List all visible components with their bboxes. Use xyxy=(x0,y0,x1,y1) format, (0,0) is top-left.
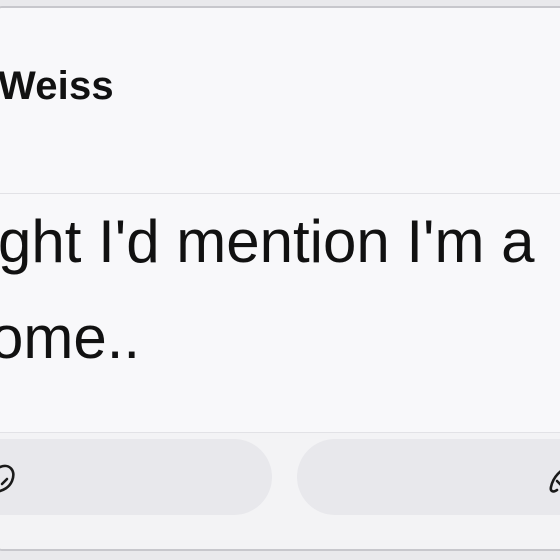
forward-icon xyxy=(549,470,560,493)
message-line: ght I'd mention I'm a xyxy=(0,208,535,275)
sender-name: Weiss xyxy=(0,64,114,108)
card-header: Weiss xyxy=(0,8,560,194)
action-bar xyxy=(0,432,560,549)
notification-card: Weiss ght I'd mention I'm a ome.. xyxy=(0,6,560,551)
forward-button[interactable] xyxy=(297,439,560,515)
reply-button[interactable] xyxy=(0,439,272,515)
reply-icon xyxy=(0,464,15,493)
message-line: ome.. xyxy=(0,304,141,371)
message-body: ght I'd mention I'm a ome.. xyxy=(0,194,560,432)
